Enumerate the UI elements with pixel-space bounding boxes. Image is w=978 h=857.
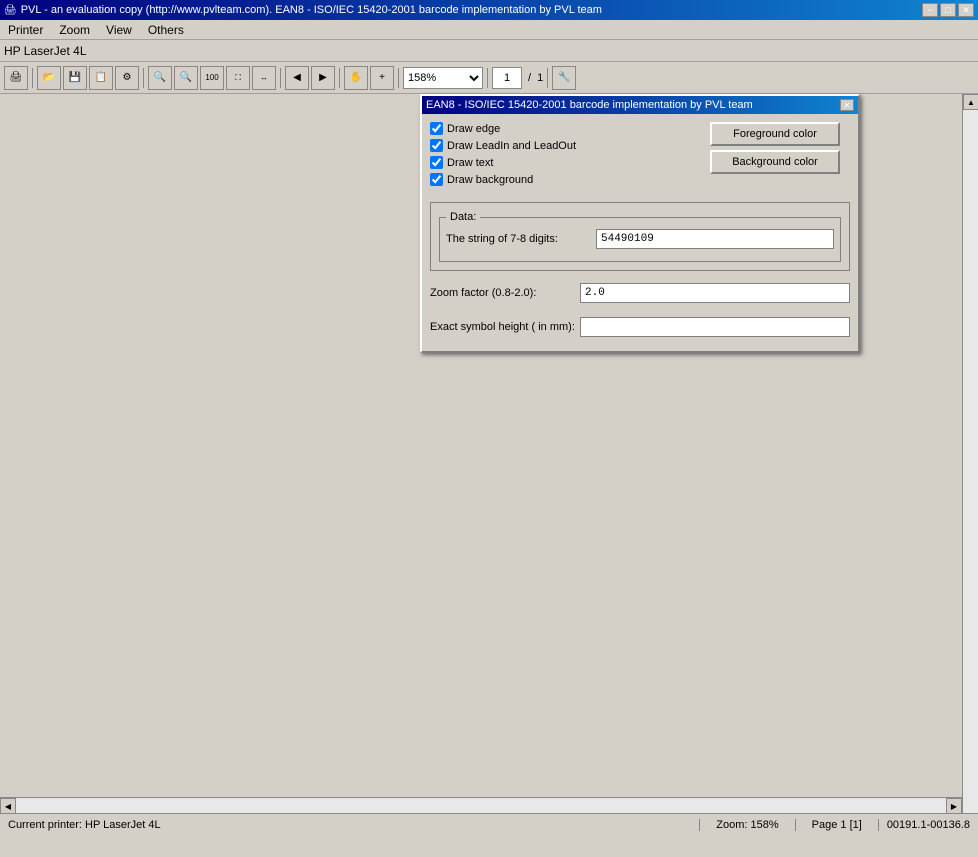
- title-bar-buttons: − □ ✕: [922, 3, 974, 17]
- main-wrapper: 8 digits: [0, 94, 978, 835]
- status-coord: 00191.1-00136.8: [879, 819, 978, 831]
- maximize-button[interactable]: □: [940, 3, 956, 17]
- printer-bar: HP LaserJet 4L: [0, 40, 978, 62]
- draw-edge-label: Draw edge: [447, 123, 500, 135]
- dialog-title-bar: EAN8 - ISO/IEC 15420-2001 barcode implem…: [422, 96, 858, 114]
- data-fieldset: Data: The string of 7-8 digits:: [439, 211, 841, 262]
- setup-button[interactable]: ⚙: [115, 66, 139, 90]
- draw-background-checkbox[interactable]: [430, 173, 443, 186]
- menu-view[interactable]: View: [98, 22, 140, 37]
- background-color-button[interactable]: Background color: [710, 150, 840, 174]
- copy-button[interactable]: 📋: [89, 66, 113, 90]
- height-input[interactable]: [580, 317, 850, 337]
- zoom-field-row: Zoom factor (0.8-2.0):: [422, 279, 858, 307]
- dialog-left-panel: Draw edge Draw LeadIn and LeadOut Draw t…: [430, 122, 702, 186]
- barcode-dialog: EAN8 - ISO/IEC 15420-2001 barcode implem…: [420, 94, 860, 353]
- foreground-color-button[interactable]: Foreground color: [710, 122, 840, 146]
- dialog-right-panel: Foreground color Background color: [710, 122, 850, 186]
- hand-button[interactable]: ✋: [344, 66, 368, 90]
- select-button[interactable]: +: [370, 66, 394, 90]
- menu-zoom[interactable]: Zoom: [51, 22, 98, 37]
- draw-edge-checkbox[interactable]: [430, 122, 443, 135]
- zoom-select[interactable]: 158%: [403, 67, 483, 89]
- draw-leadln-row: Draw LeadIn and LeadOut: [430, 139, 702, 152]
- string-field-row: The string of 7-8 digits:: [446, 229, 834, 249]
- close-button[interactable]: ✕: [958, 3, 974, 17]
- draw-leadln-checkbox[interactable]: [430, 139, 443, 152]
- height-field-row: Exact symbol height ( in mm):: [422, 313, 858, 345]
- height-label: Exact symbol height ( in mm):: [430, 321, 580, 333]
- title-text: PVL - an evaluation copy (http://www.pvl…: [21, 4, 602, 16]
- vertical-scrollbar[interactable]: ▲ ▼: [962, 94, 978, 835]
- draw-text-checkbox[interactable]: [430, 156, 443, 169]
- toolbar-separator-5: [398, 68, 399, 88]
- menu-bar: Printer Zoom View Others: [0, 20, 978, 40]
- next-page-button[interactable]: ▶: [311, 66, 335, 90]
- prev-page-button[interactable]: ◀: [285, 66, 309, 90]
- printer-name: HP LaserJet 4L: [4, 44, 87, 58]
- zoom-factor-label: Zoom factor (0.8-2.0):: [430, 287, 580, 299]
- hscroll-track[interactable]: [16, 798, 946, 813]
- toolbar-separator-1: [32, 68, 33, 88]
- dialog-title-text: EAN8 - ISO/IEC 15420-2001 barcode implem…: [426, 99, 753, 111]
- dialog-close-button[interactable]: ✕: [840, 99, 854, 111]
- draw-background-label: Draw background: [447, 174, 533, 186]
- dialog-body: Draw edge Draw LeadIn and LeadOut Draw t…: [422, 114, 858, 194]
- status-bar: Current printer: HP LaserJet 4L Zoom: 15…: [0, 813, 978, 835]
- draw-text-label: Draw text: [447, 157, 493, 169]
- zoom-factor-input[interactable]: [580, 283, 850, 303]
- open-button[interactable]: 📂: [37, 66, 61, 90]
- toolbar: 🖨 📂 💾 📋 ⚙ 🔍 🔍 100 ⛶ ↔ ◀ ▶ ✋ + 158% / 1 🔧: [0, 62, 978, 94]
- toolbar-separator-2: [143, 68, 144, 88]
- zoom-in-button[interactable]: 🔍: [148, 66, 172, 90]
- status-zoom: Zoom: 158%: [700, 819, 795, 831]
- data-legend: Data:: [446, 211, 480, 223]
- toolbar-separator-7: [547, 68, 548, 88]
- zoom-width-button[interactable]: ↔: [252, 66, 276, 90]
- string-input[interactable]: [596, 229, 834, 249]
- print-button[interactable]: 🖨: [4, 66, 28, 90]
- scroll-track[interactable]: [963, 110, 978, 819]
- zoom-100-button[interactable]: 100: [200, 66, 224, 90]
- app-icon: 🖨: [4, 5, 17, 16]
- zoom-fit-button[interactable]: ⛶: [226, 66, 250, 90]
- scroll-left-button[interactable]: ◀: [0, 798, 16, 814]
- page-separator: /: [524, 72, 535, 84]
- page-number-input[interactable]: [492, 67, 522, 89]
- menu-others[interactable]: Others: [140, 22, 192, 37]
- menu-printer[interactable]: Printer: [0, 22, 51, 37]
- draw-edge-row: Draw edge: [430, 122, 702, 135]
- zoom-out-button[interactable]: 🔍: [174, 66, 198, 90]
- scroll-right-button[interactable]: ▶: [946, 798, 962, 814]
- toolbar-separator-3: [280, 68, 281, 88]
- scroll-up-button[interactable]: ▲: [963, 94, 978, 110]
- toolbar-separator-4: [339, 68, 340, 88]
- settings-button[interactable]: 🔧: [552, 66, 576, 90]
- title-bar: 🖨 PVL - an evaluation copy (http://www.p…: [0, 0, 978, 20]
- status-page: Page 1 [1]: [796, 819, 879, 831]
- draw-leadln-label: Draw LeadIn and LeadOut: [447, 140, 576, 152]
- page-total: 1: [537, 72, 543, 84]
- draw-background-row: Draw background: [430, 173, 702, 186]
- data-section: Data: The string of 7-8 digits:: [430, 202, 850, 271]
- status-printer: Current printer: HP LaserJet 4L: [0, 819, 700, 831]
- minimize-button[interactable]: −: [922, 3, 938, 17]
- save-button[interactable]: 💾: [63, 66, 87, 90]
- title-bar-left: 🖨 PVL - an evaluation copy (http://www.p…: [4, 4, 602, 16]
- draw-text-row: Draw text: [430, 156, 702, 169]
- horizontal-scrollbar[interactable]: ◀ ▶: [0, 797, 962, 813]
- string-label: The string of 7-8 digits:: [446, 233, 596, 245]
- toolbar-separator-6: [487, 68, 488, 88]
